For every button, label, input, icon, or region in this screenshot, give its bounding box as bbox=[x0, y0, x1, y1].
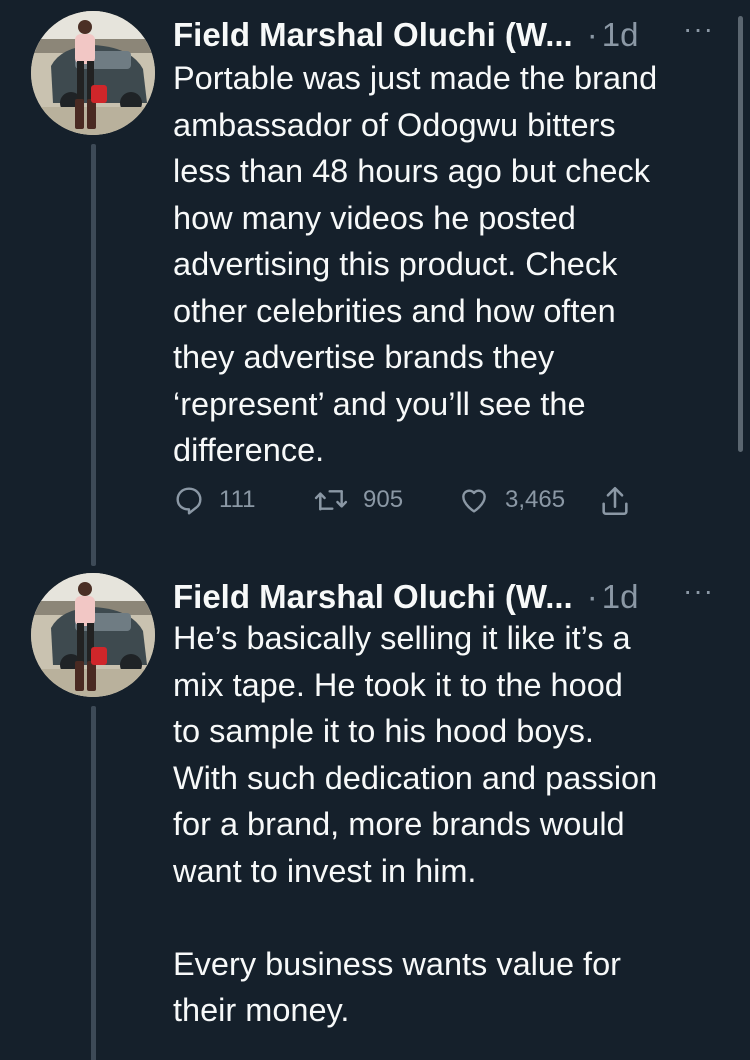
timeline: Field Marshal Oluchi (W... · 1d ··· Port… bbox=[0, 0, 750, 1060]
tweet-header: Field Marshal Oluchi (W... · 1d bbox=[173, 13, 638, 57]
like-button[interactable]: 3,465 bbox=[457, 484, 565, 516]
retweet-button[interactable]: 905 bbox=[313, 484, 403, 516]
tweet-time[interactable]: 1d bbox=[602, 578, 639, 616]
reply-button[interactable]: 111 bbox=[173, 484, 255, 516]
more-options-button[interactable]: ··· bbox=[683, 15, 714, 43]
tweet-header: Field Marshal Oluchi (W... · 1d bbox=[173, 575, 638, 619]
reply-icon bbox=[176, 487, 202, 515]
like-icon bbox=[462, 489, 486, 513]
avatar-image bbox=[31, 11, 155, 135]
thread-line bbox=[91, 144, 96, 566]
reply-count: 111 bbox=[219, 486, 256, 513]
tweet-text: He’s basically selling it like it’s a mi… bbox=[173, 620, 658, 1028]
thread-line bbox=[91, 706, 96, 1060]
author-name[interactable]: Field Marshal Oluchi (W... bbox=[173, 578, 573, 616]
retweet-icon bbox=[314, 490, 348, 511]
avatar[interactable] bbox=[31, 11, 155, 135]
retweet-count: 905 bbox=[363, 486, 404, 513]
avatar[interactable] bbox=[31, 573, 155, 697]
tweet[interactable]: Field Marshal Oluchi (W... · 1d ··· Port… bbox=[0, 11, 750, 573]
tweet-actions: 111 905 3,465 bbox=[173, 484, 653, 524]
separator-dot: · bbox=[586, 578, 598, 615]
share-button[interactable] bbox=[598, 484, 632, 518]
tweet[interactable]: Field Marshal Oluchi (W... · 1d ··· He’s… bbox=[0, 573, 750, 1060]
separator-dot: · bbox=[586, 16, 598, 53]
tweet-text: Portable was just made the brand ambassa… bbox=[173, 60, 658, 468]
more-options-button[interactable]: ··· bbox=[683, 577, 714, 605]
like-count: 3,465 bbox=[505, 486, 566, 513]
author-name[interactable]: Field Marshal Oluchi (W... bbox=[173, 16, 573, 54]
tweet-time[interactable]: 1d bbox=[602, 16, 639, 54]
share-icon bbox=[602, 486, 628, 516]
avatar-image bbox=[31, 573, 155, 697]
